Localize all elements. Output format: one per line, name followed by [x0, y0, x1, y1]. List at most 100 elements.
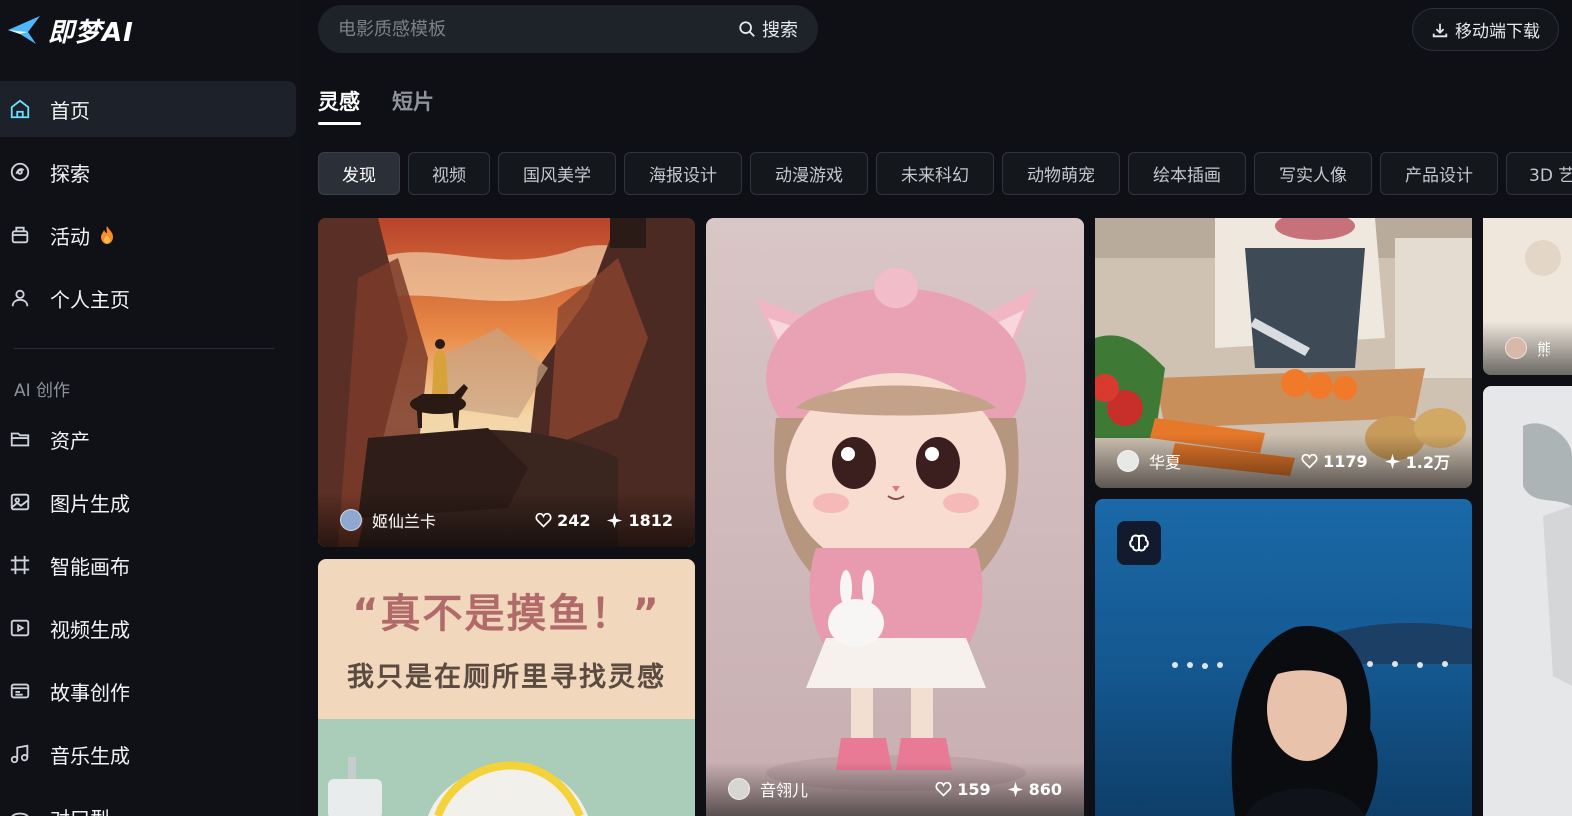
avatar[interactable]	[1505, 337, 1527, 359]
download-label: 移动端下载	[1455, 22, 1540, 42]
chip-illustration[interactable]: 绘本插画	[1128, 152, 1246, 195]
section-title-ai-create: AI 创作	[14, 381, 71, 401]
sidebar-item-label: 视频生成	[50, 617, 130, 642]
use-count[interactable]: 1.2万	[1384, 449, 1450, 473]
chip-3d-art[interactable]: 3D 艺	[1506, 152, 1572, 195]
card-dog-chef[interactable]: 华夏 1179 1.2万	[1095, 218, 1472, 488]
use-count[interactable]: 860	[1007, 780, 1062, 799]
sidebar-item-activity[interactable]: 活动	[0, 207, 296, 263]
use-value: 1.2万	[1405, 453, 1450, 472]
sidebar-item-lipsync[interactable]: 对口型	[0, 789, 296, 816]
logo-text: 即梦AI	[48, 17, 134, 48]
sidebar-item-label: 故事创作	[50, 680, 130, 705]
poster-headline: “真不是摸鱼！”	[352, 591, 661, 637]
chip-discover[interactable]: 发现	[318, 152, 400, 195]
music-icon	[8, 742, 32, 766]
like-value: 242	[557, 510, 591, 530]
author-name[interactable]: 姬仙兰卡	[372, 508, 519, 532]
author-name[interactable]: 华夏	[1149, 449, 1285, 473]
sidebar-item-music[interactable]: 音乐生成	[0, 726, 296, 782]
sidebar-item-label: 探索	[50, 161, 90, 186]
use-value: 1812	[628, 510, 673, 530]
search-button-label: 搜索	[762, 20, 798, 41]
sidebar-item-profile[interactable]: 个人主页	[0, 270, 296, 326]
sidebar-item-label: 个人主页	[50, 287, 130, 312]
sparkle-icon	[1007, 781, 1023, 797]
chip-pets[interactable]: 动物萌宠	[1002, 152, 1120, 195]
video-gen-icon	[8, 616, 32, 640]
search-icon	[739, 21, 755, 37]
card-cat-girl[interactable]: 音翎儿 159 860	[706, 218, 1084, 816]
chip-scifi[interactable]: 未来科幻	[876, 152, 994, 195]
canvas-icon	[8, 553, 32, 577]
avatar[interactable]	[728, 778, 750, 800]
sidebar-item-label: 首页	[50, 98, 90, 123]
author-name[interactable]: 音翎儿	[760, 777, 919, 801]
like-value: 1179	[1323, 451, 1368, 471]
sidebar-item-explore[interactable]: 探索	[0, 144, 296, 200]
sidebar-item-label: 音乐生成	[50, 743, 130, 768]
poster-subline: 我只是在厕所里寻找灵感	[347, 662, 666, 693]
logo[interactable]: 即梦AI	[6, 8, 134, 52]
brain-icon	[1129, 534, 1149, 552]
chip-video[interactable]: 视频	[408, 152, 490, 195]
sidebar-item-label: 活动	[50, 224, 90, 249]
story-icon	[8, 679, 32, 703]
sidebar-divider	[14, 348, 274, 349]
card-rider-landscape[interactable]: 姬仙兰卡 242 1812	[318, 218, 695, 547]
card-misty-partial[interactable]	[1483, 386, 1572, 816]
chip-portrait[interactable]: 写实人像	[1254, 152, 1372, 195]
image-gen-icon	[8, 490, 32, 514]
folder-icon	[8, 427, 32, 451]
sidebar-item-canvas[interactable]: 智能画布	[0, 537, 296, 593]
sidebar-item-label: 图片生成	[50, 491, 130, 516]
avatar[interactable]	[340, 509, 362, 531]
sidebar-item-video-gen[interactable]: 视频生成	[0, 600, 296, 656]
tab-short-film[interactable]: 短片	[392, 86, 434, 116]
like-count[interactable]: 1179	[1301, 452, 1368, 471]
sidebar-item-label: 智能画布	[50, 554, 130, 579]
card-seaside-portrait[interactable]	[1095, 499, 1472, 816]
chip-poster[interactable]: 海报设计	[624, 152, 742, 195]
tab-inspiration[interactable]: 灵感	[318, 86, 360, 116]
sidebar-item-assets[interactable]: 资产	[0, 411, 296, 467]
like-count[interactable]: 159	[935, 779, 991, 799]
chip-guofeng[interactable]: 国风美学	[498, 152, 616, 195]
sidebar: 即梦AI 首页 探索 活动 个人主页 AI 创作 资产 图片生成 智能画布 视频…	[0, 0, 300, 816]
card-footer: 熊猫	[1483, 321, 1572, 375]
download-icon	[1432, 23, 1448, 37]
chip-anime-game[interactable]: 动漫游戏	[750, 152, 868, 195]
sparkle-icon	[1384, 453, 1400, 469]
use-count[interactable]: 1812	[606, 511, 673, 530]
search-input[interactable]	[338, 18, 738, 40]
artwork-misty-partial	[1483, 386, 1572, 816]
home-icon	[8, 97, 32, 121]
search-button[interactable]: 搜索	[738, 16, 818, 42]
search-bar: 搜索	[318, 5, 818, 53]
card-footer: 姬仙兰卡 242 1812	[318, 493, 695, 547]
avatar[interactable]	[1117, 450, 1139, 472]
like-count[interactable]: 242	[535, 511, 590, 530]
chip-product[interactable]: 产品设计	[1380, 152, 1498, 195]
author-name[interactable]: 熊猫	[1537, 336, 1550, 360]
activity-icon	[8, 223, 32, 247]
sidebar-item-label: 对口型	[50, 803, 110, 816]
use-value: 860	[1028, 779, 1062, 799]
heart-icon	[935, 781, 952, 797]
ai-model-badge[interactable]	[1117, 521, 1161, 565]
app-root: 即梦AI 首页 探索 活动 个人主页 AI 创作 资产 图片生成 智能画布 视频…	[0, 0, 1572, 816]
mobile-download-button[interactable]: 移动端下载	[1412, 8, 1559, 51]
heart-icon	[1301, 453, 1318, 469]
card-footer: 音翎儿 159 860	[706, 762, 1084, 816]
artwork-cat-girl	[706, 218, 1084, 816]
logo-icon	[8, 16, 40, 44]
card-poster-slacking[interactable]: “真不是摸鱼！” 我只是在厕所里寻找灵感	[318, 559, 695, 816]
sidebar-item-home[interactable]: 首页	[0, 81, 296, 137]
sidebar-item-image-gen[interactable]: 图片生成	[0, 474, 296, 530]
sidebar-item-story[interactable]: 故事创作	[0, 663, 296, 719]
card-panda-partial[interactable]: 熊猫	[1483, 218, 1572, 375]
sidebar-item-label: 资产	[50, 428, 90, 453]
lipsync-icon	[8, 805, 32, 816]
like-value: 159	[957, 779, 991, 799]
tab-active-indicator	[318, 122, 361, 125]
